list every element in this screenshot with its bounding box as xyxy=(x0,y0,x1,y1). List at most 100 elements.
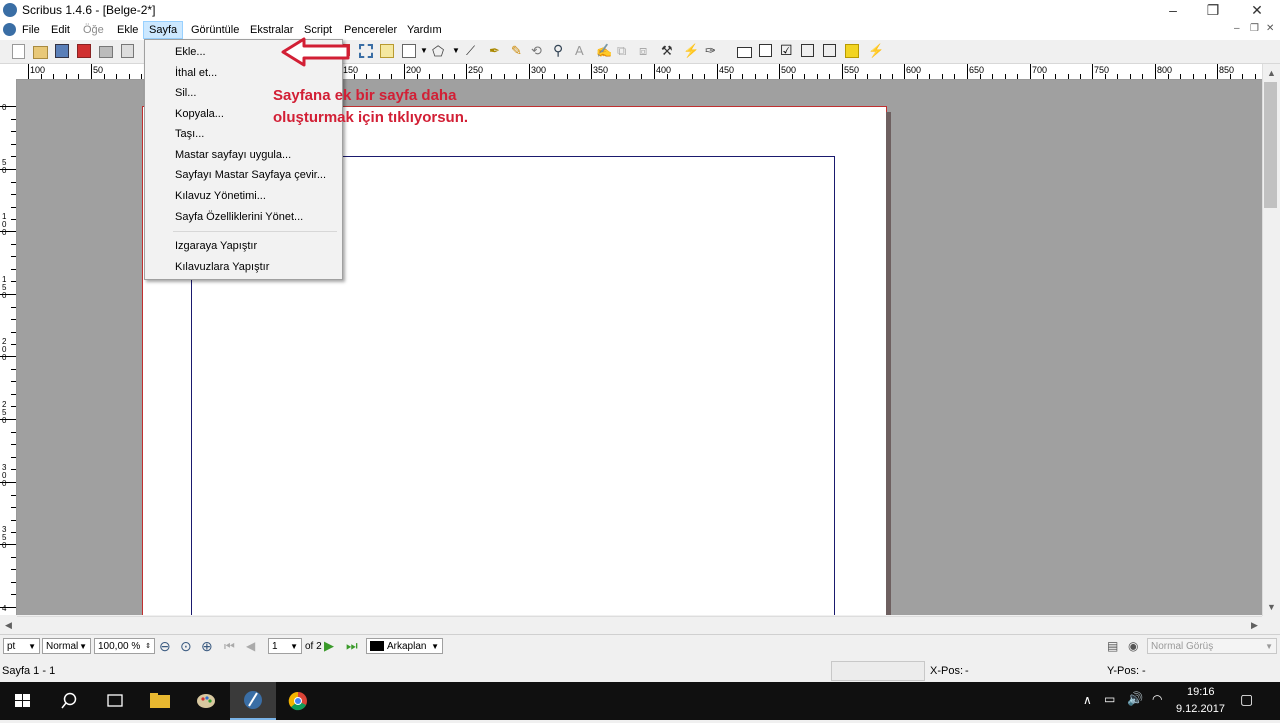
vertical-scroll-thumb[interactable] xyxy=(1264,82,1277,208)
scribus-taskbar-button[interactable] xyxy=(230,682,276,720)
menu-goruntule[interactable]: Görüntüle xyxy=(186,22,244,38)
ruler-major-tick xyxy=(404,64,405,79)
next-page-icon[interactable]: ▶ xyxy=(324,638,334,654)
quality-select[interactable]: Normal ▼ xyxy=(42,638,91,654)
pdf-button-icon[interactable] xyxy=(737,47,752,58)
task-view-button[interactable] xyxy=(92,682,138,720)
edit-contents-icon[interactable]: ✍ xyxy=(596,43,612,59)
eye-icon[interactable]: ◉ xyxy=(1128,639,1138,653)
save-icon[interactable] xyxy=(55,44,69,58)
eyedropper-icon[interactable]: ✑ xyxy=(705,43,716,59)
chrome-button[interactable] xyxy=(276,682,322,720)
rotate-icon[interactable]: ⟲ xyxy=(531,43,542,59)
menu-file[interactable]: File xyxy=(17,22,45,38)
search-button[interactable] xyxy=(46,682,92,720)
menu-item-izgaraya-yapistir[interactable]: Izgaraya Yapıştır xyxy=(175,238,257,254)
menu-item-tasi[interactable]: Taşı... xyxy=(175,126,204,142)
scroll-right-icon[interactable]: ▶ xyxy=(1251,620,1258,631)
table-icon[interactable] xyxy=(380,44,394,58)
menu-edit[interactable]: Edit xyxy=(46,22,75,38)
stepper-icon[interactable]: ⇕ xyxy=(145,639,151,655)
ruler-minor-tick xyxy=(641,74,642,79)
horizontal-scrollbar[interactable]: ◀ ▶ xyxy=(5,616,1262,634)
menu-item-kopyala[interactable]: Kopyala... xyxy=(175,106,224,122)
pdf-annotation-icon[interactable] xyxy=(845,44,859,58)
progress-bar xyxy=(831,661,925,681)
pdf-checkbox-icon[interactable]: ☑ xyxy=(780,42,793,59)
doc-close-button[interactable]: ✕ xyxy=(1266,23,1274,34)
page-number-select[interactable]: 1 ▼ xyxy=(268,638,302,654)
menu-item-kilavuzlara-yapistir[interactable]: Kılavuzlara Yapıştır xyxy=(175,259,269,275)
scroll-down-icon[interactable]: ▼ xyxy=(1267,602,1276,612)
layer-select[interactable]: Arkaplan ▼ xyxy=(366,638,443,654)
menu-item-sil[interactable]: Sil... xyxy=(175,85,196,101)
polygon-icon[interactable]: ⬠ xyxy=(432,43,444,60)
bezier-icon[interactable]: ✒ xyxy=(489,43,500,59)
view-mode-select[interactable]: Normal Görüş ▼ xyxy=(1147,638,1277,654)
close-button[interactable]: ✕ xyxy=(1237,0,1277,20)
clock-time[interactable]: 19:16 xyxy=(1187,686,1215,698)
menu-yardim[interactable]: Yardım xyxy=(402,22,447,38)
select-icon[interactable] xyxy=(359,44,373,58)
document-icon[interactable] xyxy=(3,23,16,36)
pdf-listbox-icon[interactable] xyxy=(823,44,836,57)
scroll-left-icon[interactable]: ◀ xyxy=(5,620,12,631)
chevron-down-icon: ▼ xyxy=(79,642,87,651)
zoom-out-icon[interactable]: ⊖ xyxy=(159,638,171,655)
show-hidden-icons-icon[interactable]: ∧ xyxy=(1083,693,1092,707)
zoom-in-icon[interactable]: ⊕ xyxy=(201,638,213,655)
minimize-button[interactable]: – xyxy=(1153,0,1193,20)
menu-item-kilavuz-yonetimi[interactable]: Kılavuz Yönetimi... xyxy=(175,188,266,204)
freehand-icon[interactable]: ✎ xyxy=(511,43,522,59)
doc-restore-button[interactable]: ❐ xyxy=(1250,23,1259,34)
pdf-combobox-icon[interactable] xyxy=(801,44,814,57)
clock-date[interactable]: 9.12.2017 xyxy=(1176,703,1225,715)
new-document-icon[interactable] xyxy=(12,44,25,59)
close-document-icon[interactable] xyxy=(77,44,91,58)
start-button[interactable] xyxy=(0,682,46,720)
unit-select[interactable]: pt ▼ xyxy=(3,638,40,654)
copy-properties-icon[interactable]: ⚡ xyxy=(683,43,699,59)
battery-icon[interactable]: ▭ xyxy=(1104,692,1115,706)
menu-sayfa[interactable]: Sayfa xyxy=(143,21,184,39)
edit-text-icon[interactable]: A xyxy=(575,43,584,58)
unlink-frames-icon[interactable]: ⧈ xyxy=(639,43,647,59)
menu-item-mastar-cevir[interactable]: Sayfayı Mastar Sayfaya çevir... xyxy=(175,167,326,183)
doc-minimize-button[interactable]: – xyxy=(1234,23,1240,34)
shape-icon[interactable] xyxy=(402,44,416,58)
notification-icon[interactable]: ▢ xyxy=(1240,691,1253,708)
menu-ekle[interactable]: Ekle xyxy=(112,22,143,38)
line-icon[interactable]: ⟋ xyxy=(466,43,475,59)
menu-oge[interactable]: Öğe xyxy=(78,22,109,38)
measure-icon[interactable]: ⚒ xyxy=(661,43,673,59)
paint-app-button[interactable] xyxy=(184,682,230,720)
restore-button[interactable]: ❐ xyxy=(1193,0,1233,20)
pdf-link-icon[interactable]: ⚡ xyxy=(868,43,884,59)
file-explorer-button[interactable] xyxy=(138,682,184,720)
chevron-down-icon: ▼ xyxy=(290,642,298,651)
link-frames-icon[interactable]: ⧉ xyxy=(617,43,626,59)
zoom-input[interactable]: 100,00 % ⇕ xyxy=(94,638,155,654)
menu-item-ekle[interactable]: Ekle... xyxy=(175,44,206,60)
wifi-icon[interactable]: ◠ xyxy=(1152,692,1162,706)
preview-mode-icon[interactable]: ▤ xyxy=(1107,639,1118,653)
zoom-icon[interactable]: ⚲ xyxy=(553,42,563,59)
volume-icon[interactable]: 🔊 xyxy=(1127,691,1143,707)
last-page-icon[interactable]: ⏭ xyxy=(346,638,358,654)
zoom-100-icon[interactable]: ⊙ xyxy=(180,638,192,655)
open-folder-icon[interactable] xyxy=(33,46,48,59)
menu-item-mastar-uygula[interactable]: Mastar sayfayı uygula... xyxy=(175,147,291,163)
ruler-minor-tick xyxy=(78,74,79,79)
first-page-icon[interactable]: ⏮ xyxy=(224,639,235,654)
pdf-textfield-icon[interactable] xyxy=(759,44,772,57)
print-icon[interactable] xyxy=(99,46,113,58)
menu-item-sayfa-ozellikleri[interactable]: Sayfa Özelliklerini Yönet... xyxy=(175,209,303,225)
scroll-up-icon[interactable]: ▲ xyxy=(1267,68,1276,78)
menu-item-ithal-et[interactable]: İthal et... xyxy=(175,65,217,81)
preflight-icon[interactable] xyxy=(121,44,134,58)
ruler-minor-tick xyxy=(11,557,16,558)
ruler-minor-tick xyxy=(491,74,492,79)
shape-dropdown-icon[interactable]: ▼ xyxy=(420,46,428,55)
polygon-dropdown-icon[interactable]: ▼ xyxy=(452,46,460,55)
previous-page-icon[interactable]: ◀ xyxy=(246,639,255,653)
